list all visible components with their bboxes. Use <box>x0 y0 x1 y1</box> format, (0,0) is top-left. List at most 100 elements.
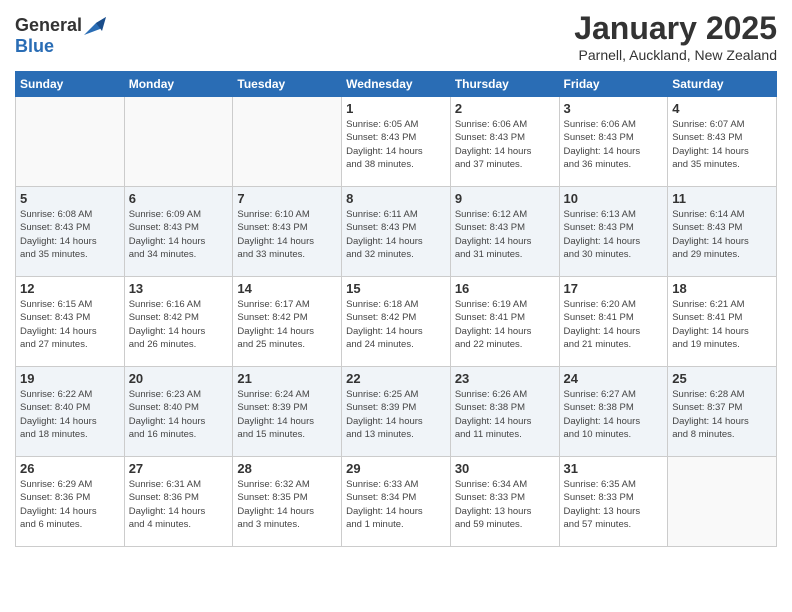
calendar-cell: 31 Sunrise: 6:35 AMSunset: 8:33 PMDayligh… <box>559 457 668 547</box>
calendar-week-row: 12Sunrise: 6:15 AMSunset: 8:43 PMDayligh… <box>16 277 777 367</box>
calendar-cell: 30 Sunrise: 6:34 AMSunset: 8:33 PMDayligh… <box>450 457 559 547</box>
day-number: 10 <box>564 191 664 206</box>
calendar-cell: 3 Sunrise: 6:06 AMSunset: 8:43 PMDaylight… <box>559 97 668 187</box>
calendar-cell: 6 Sunrise: 6:09 AMSunset: 8:43 PMDaylight… <box>124 187 233 277</box>
day-number: 23 <box>455 371 555 386</box>
day-info: Sunrise: 6:34 AMSunset: 8:33 PMDaylight:… <box>455 478 555 531</box>
day-number: 20 <box>129 371 229 386</box>
day-info: Sunrise: 6:09 AMSunset: 8:43 PMDaylight:… <box>129 208 229 261</box>
day-number: 9 <box>455 191 555 206</box>
day-info: Sunrise: 6:12 AMSunset: 8:43 PMDaylight:… <box>455 208 555 261</box>
weekday-header-sunday: Sunday <box>16 72 125 97</box>
day-number: 29 <box>346 461 446 476</box>
calendar-cell: 26Sunrise: 6:29 AMSunset: 8:36 PMDayligh… <box>16 457 125 547</box>
day-number: 6 <box>129 191 229 206</box>
weekday-header-friday: Friday <box>559 72 668 97</box>
day-number: 12 <box>20 281 120 296</box>
day-info: Sunrise: 6:18 AMSunset: 8:42 PMDaylight:… <box>346 298 446 351</box>
weekday-header-wednesday: Wednesday <box>342 72 451 97</box>
weekday-header-thursday: Thursday <box>450 72 559 97</box>
day-number: 25 <box>672 371 772 386</box>
logo-general-text: General <box>15 15 82 36</box>
calendar-cell: 14 Sunrise: 6:17 AMSunset: 8:42 PMDayligh… <box>233 277 342 367</box>
day-info: Sunrise: 6:26 AMSunset: 8:38 PMDaylight:… <box>455 388 555 441</box>
day-number: 14 <box>237 281 337 296</box>
calendar-cell: 2 Sunrise: 6:06 AMSunset: 8:43 PMDaylight… <box>450 97 559 187</box>
day-number: 19 <box>20 371 120 386</box>
day-number: 27 <box>129 461 229 476</box>
day-info: Sunrise: 6:27 AMSunset: 8:38 PMDaylight:… <box>564 388 664 441</box>
day-info: Sunrise: 6:28 AMSunset: 8:37 PMDaylight:… <box>672 388 772 441</box>
day-number: 24 <box>564 371 664 386</box>
day-info: Sunrise: 6:08 AMSunset: 8:43 PMDaylight:… <box>20 208 120 261</box>
title-area: January 2025 Parnell, Auckland, New Zeal… <box>574 10 777 63</box>
day-number: 1 <box>346 101 446 116</box>
day-info: Sunrise: 6:17 AMSunset: 8:42 PMDaylight:… <box>237 298 337 351</box>
day-info: Sunrise: 6:13 AMSunset: 8:43 PMDaylight:… <box>564 208 664 261</box>
day-info: Sunrise: 6:32 AMSunset: 8:35 PMDaylight:… <box>237 478 337 531</box>
day-number: 8 <box>346 191 446 206</box>
calendar-cell: 11 Sunrise: 6:14 AMSunset: 8:43 PMDayligh… <box>668 187 777 277</box>
calendar-cell: 29 Sunrise: 6:33 AMSunset: 8:34 PMDayligh… <box>342 457 451 547</box>
day-number: 22 <box>346 371 446 386</box>
day-number: 30 <box>455 461 555 476</box>
day-info: Sunrise: 6:05 AMSunset: 8:43 PMDaylight:… <box>346 118 446 171</box>
calendar-cell <box>668 457 777 547</box>
day-number: 16 <box>455 281 555 296</box>
weekday-header-tuesday: Tuesday <box>233 72 342 97</box>
weekday-header-saturday: Saturday <box>668 72 777 97</box>
day-number: 17 <box>564 281 664 296</box>
day-number: 13 <box>129 281 229 296</box>
calendar-cell: 7 Sunrise: 6:10 AMSunset: 8:43 PMDaylight… <box>233 187 342 277</box>
calendar-cell: 23 Sunrise: 6:26 AMSunset: 8:38 PMDayligh… <box>450 367 559 457</box>
day-info: Sunrise: 6:24 AMSunset: 8:39 PMDaylight:… <box>237 388 337 441</box>
day-number: 4 <box>672 101 772 116</box>
day-number: 21 <box>237 371 337 386</box>
calendar-cell: 13 Sunrise: 6:16 AMSunset: 8:42 PMDayligh… <box>124 277 233 367</box>
day-info: Sunrise: 6:29 AMSunset: 8:36 PMDaylight:… <box>20 478 120 531</box>
calendar-cell: 1 Sunrise: 6:05 AMSunset: 8:43 PMDaylight… <box>342 97 451 187</box>
day-info: Sunrise: 6:35 AMSunset: 8:33 PMDaylight:… <box>564 478 664 531</box>
day-info: Sunrise: 6:31 AMSunset: 8:36 PMDaylight:… <box>129 478 229 531</box>
day-info: Sunrise: 6:20 AMSunset: 8:41 PMDaylight:… <box>564 298 664 351</box>
day-number: 7 <box>237 191 337 206</box>
weekday-header-row: SundayMondayTuesdayWednesdayThursdayFrid… <box>16 72 777 97</box>
day-info: Sunrise: 6:21 AMSunset: 8:41 PMDaylight:… <box>672 298 772 351</box>
day-info: Sunrise: 6:22 AMSunset: 8:40 PMDaylight:… <box>20 388 120 441</box>
day-number: 11 <box>672 191 772 206</box>
calendar-week-row: 19 Sunrise: 6:22 AMSunset: 8:40 PMDayligh… <box>16 367 777 457</box>
calendar-cell: 19 Sunrise: 6:22 AMSunset: 8:40 PMDayligh… <box>16 367 125 457</box>
calendar-cell: 8 Sunrise: 6:11 AMSunset: 8:43 PMDaylight… <box>342 187 451 277</box>
weekday-header-monday: Monday <box>124 72 233 97</box>
day-info: Sunrise: 6:06 AMSunset: 8:43 PMDaylight:… <box>455 118 555 171</box>
calendar-cell: 27 Sunrise: 6:31 AMSunset: 8:36 PMDayligh… <box>124 457 233 547</box>
month-title: January 2025 <box>574 10 777 47</box>
day-number: 3 <box>564 101 664 116</box>
calendar-cell: 20 Sunrise: 6:23 AMSunset: 8:40 PMDayligh… <box>124 367 233 457</box>
calendar-week-row: 5Sunrise: 6:08 AMSunset: 8:43 PMDaylight… <box>16 187 777 277</box>
calendar-cell <box>16 97 125 187</box>
day-info: Sunrise: 6:23 AMSunset: 8:40 PMDaylight:… <box>129 388 229 441</box>
calendar-cell <box>124 97 233 187</box>
day-number: 2 <box>455 101 555 116</box>
calendar-cell: 28 Sunrise: 6:32 AMSunset: 8:35 PMDayligh… <box>233 457 342 547</box>
header: General Blue January 2025 Parnell, Auckl… <box>15 10 777 63</box>
day-number: 28 <box>237 461 337 476</box>
day-number: 31 <box>564 461 664 476</box>
day-info: Sunrise: 6:19 AMSunset: 8:41 PMDaylight:… <box>455 298 555 351</box>
calendar-week-row: 1 Sunrise: 6:05 AMSunset: 8:43 PMDaylight… <box>16 97 777 187</box>
calendar-cell: 12Sunrise: 6:15 AMSunset: 8:43 PMDayligh… <box>16 277 125 367</box>
calendar-cell <box>233 97 342 187</box>
calendar-cell: 22 Sunrise: 6:25 AMSunset: 8:39 PMDayligh… <box>342 367 451 457</box>
day-info: Sunrise: 6:14 AMSunset: 8:43 PMDaylight:… <box>672 208 772 261</box>
day-info: Sunrise: 6:25 AMSunset: 8:39 PMDaylight:… <box>346 388 446 441</box>
day-info: Sunrise: 6:33 AMSunset: 8:34 PMDaylight:… <box>346 478 446 531</box>
logo: General Blue <box>15 10 106 57</box>
calendar-cell: 4 Sunrise: 6:07 AMSunset: 8:43 PMDaylight… <box>668 97 777 187</box>
day-info: Sunrise: 6:06 AMSunset: 8:43 PMDaylight:… <box>564 118 664 171</box>
calendar-cell: 10 Sunrise: 6:13 AMSunset: 8:43 PMDayligh… <box>559 187 668 277</box>
day-info: Sunrise: 6:07 AMSunset: 8:43 PMDaylight:… <box>672 118 772 171</box>
day-info: Sunrise: 6:10 AMSunset: 8:43 PMDaylight:… <box>237 208 337 261</box>
day-info: Sunrise: 6:16 AMSunset: 8:42 PMDaylight:… <box>129 298 229 351</box>
day-info: Sunrise: 6:11 AMSunset: 8:43 PMDaylight:… <box>346 208 446 261</box>
